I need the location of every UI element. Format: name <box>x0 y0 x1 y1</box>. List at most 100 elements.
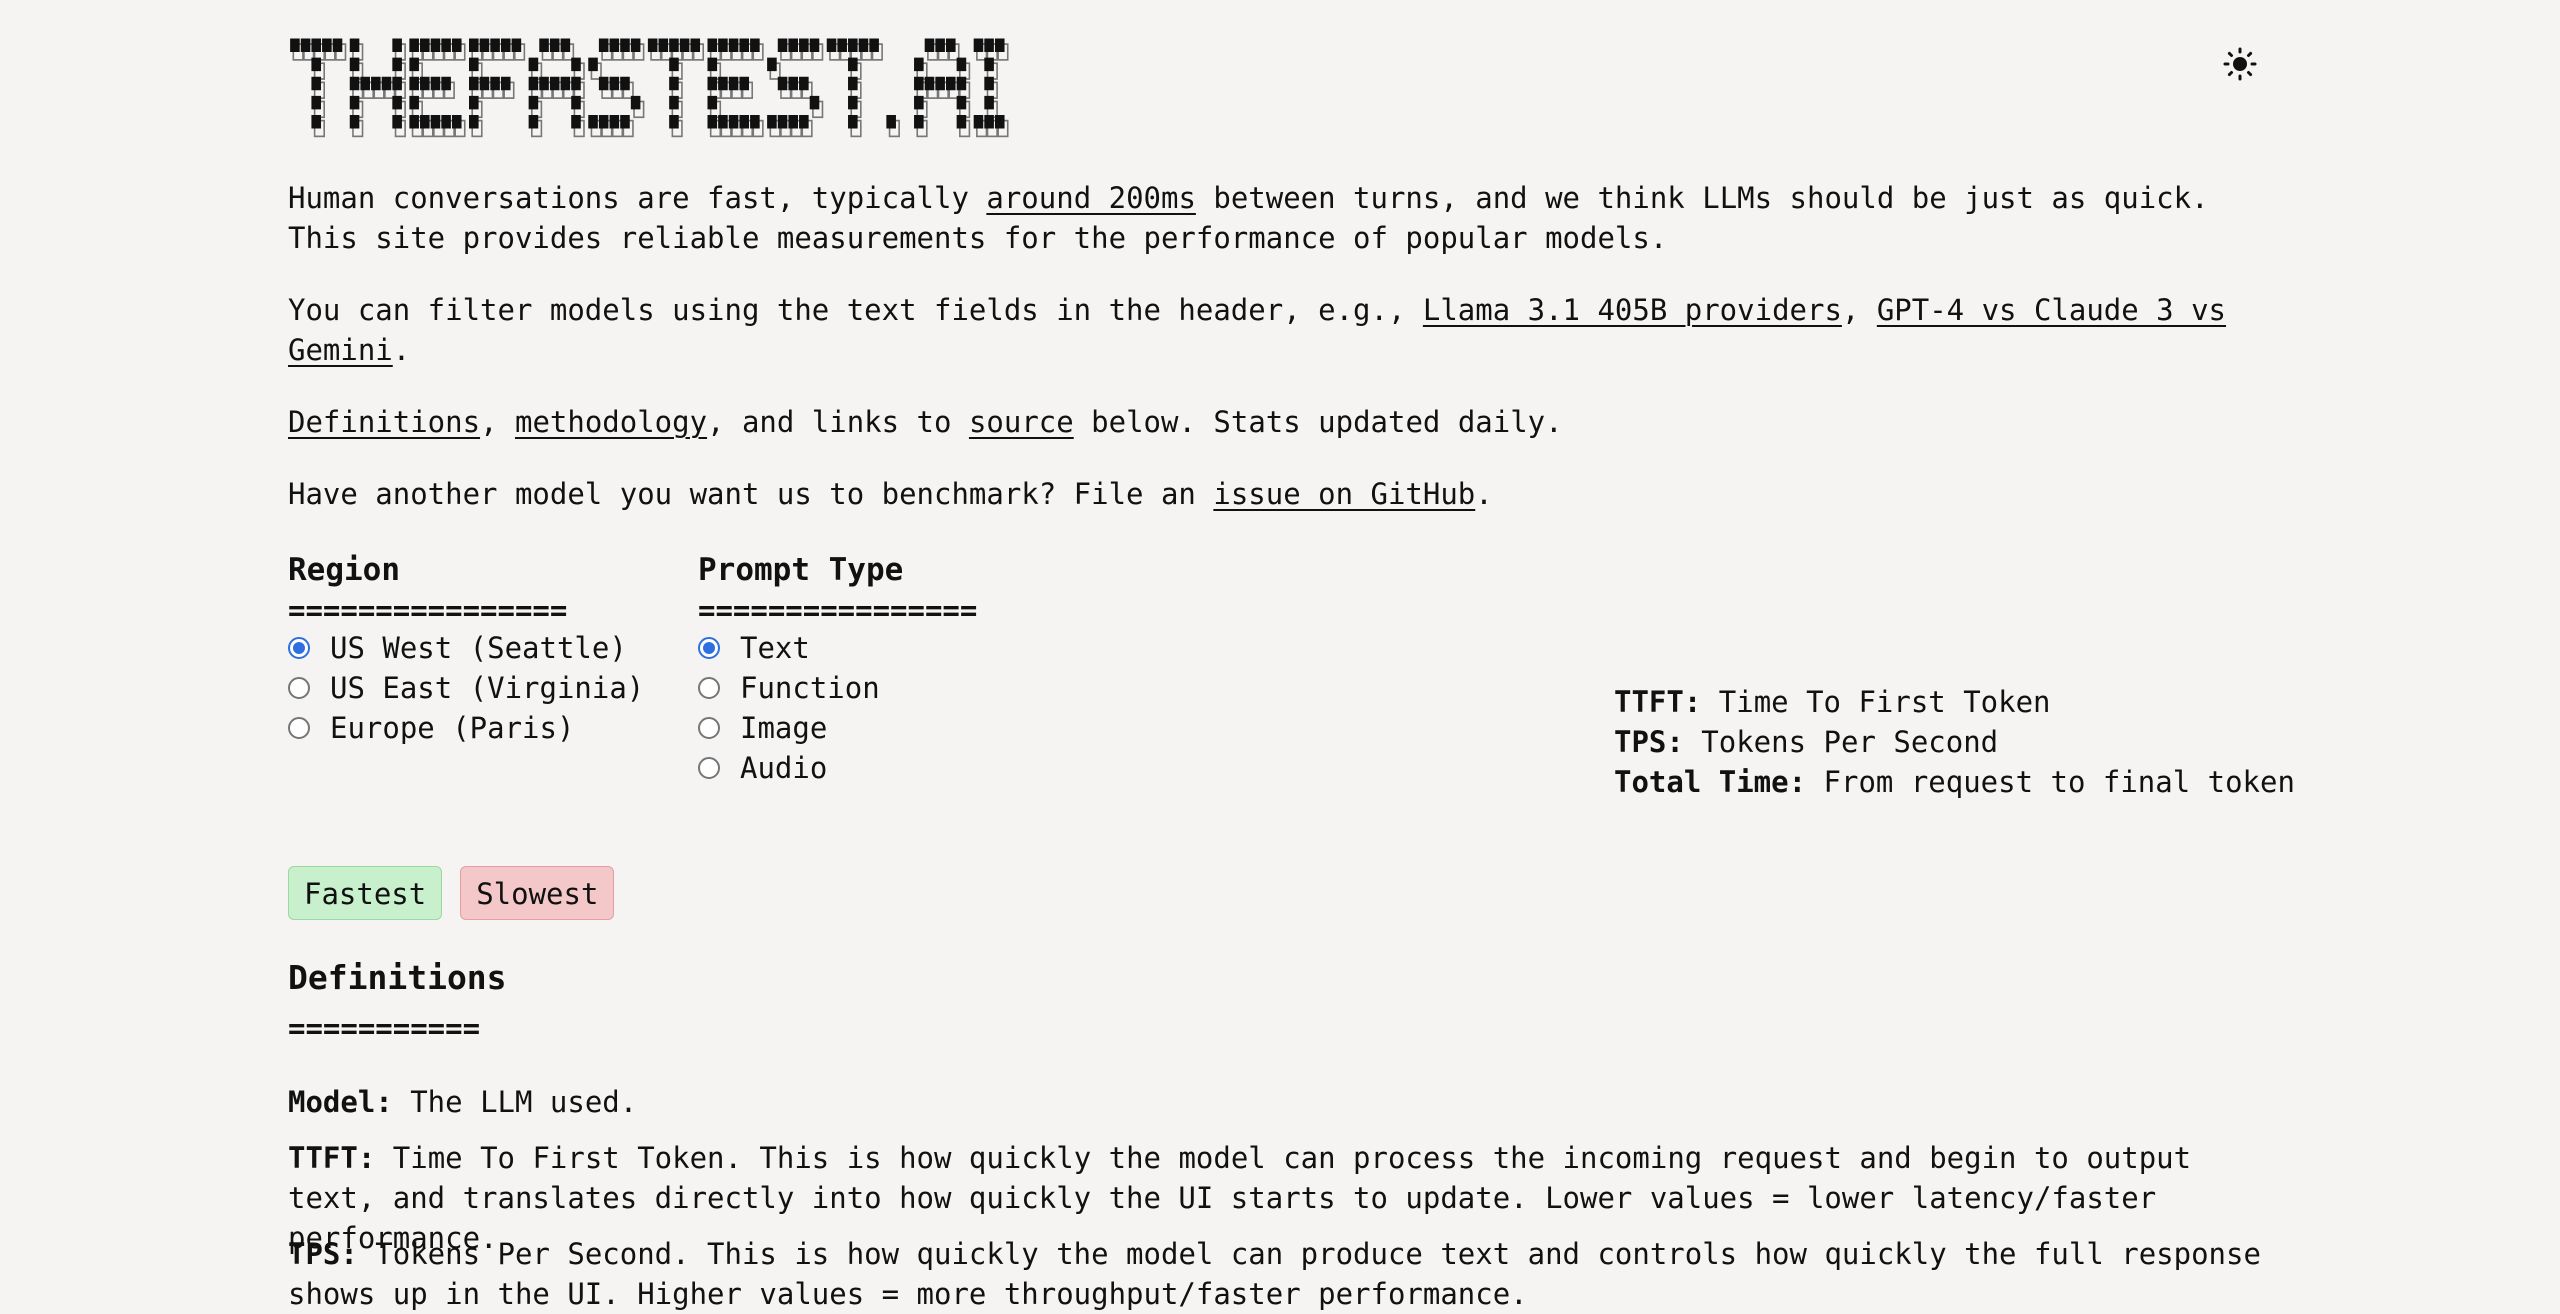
logo-block <box>809 38 820 52</box>
definition-label: TTFT: <box>288 1141 376 1175</box>
logo-block <box>451 38 462 52</box>
prompt-type-option-audio[interactable]: Audio <box>698 748 977 788</box>
intro-text: , <box>480 405 515 439</box>
definition-tps: TPS: Tokens Per Second. This is how quic… <box>288 1234 2272 1314</box>
radio-button[interactable] <box>698 757 720 779</box>
radio-button[interactable] <box>288 717 310 739</box>
logo-block <box>935 76 945 91</box>
logo-block <box>490 76 500 91</box>
legend-ttft: TTFT: Time To First Token <box>1614 682 2295 722</box>
radio-button-checked[interactable] <box>698 637 720 659</box>
logo-block <box>658 38 669 52</box>
prompt-type-option-image[interactable]: Image <box>698 708 977 748</box>
logo-block <box>848 95 858 110</box>
logo-block <box>848 76 858 91</box>
site-logo[interactable]: THEFASTEST.AI <box>288 34 1012 152</box>
logo-block <box>799 115 809 129</box>
logo-block <box>349 115 360 129</box>
logo-block <box>739 115 750 129</box>
logo-block <box>441 38 451 52</box>
llama-providers-link[interactable]: Llama 3.1 405B providers <box>1423 293 1842 327</box>
logo-block <box>984 115 994 129</box>
logo-block <box>679 38 690 52</box>
theme-toggle-button[interactable] <box>2220 44 2260 84</box>
legend-text: From request to final token <box>1806 765 2295 799</box>
logo-block <box>848 115 858 129</box>
logo-block <box>528 95 539 110</box>
logo-block <box>914 115 924 129</box>
logo-block <box>609 38 620 52</box>
radio-label: US East (Virginia) <box>330 671 645 705</box>
slowest-badge[interactable]: Slowest <box>460 866 615 920</box>
logo-block <box>392 76 402 91</box>
logo-block <box>430 38 441 52</box>
logo-block <box>349 76 360 91</box>
logo-block <box>409 115 419 129</box>
logo-block <box>799 76 809 91</box>
logo-block <box>528 115 539 129</box>
logo-block <box>420 38 430 52</box>
logo-block <box>392 95 402 110</box>
logo-block <box>728 115 739 129</box>
prompt-type-option-text[interactable]: Text <box>698 628 977 668</box>
region-option-us-east[interactable]: US East (Virginia) <box>288 668 644 708</box>
logo-block <box>669 57 679 72</box>
legend-total-time: Total Time: From request to final token <box>1614 762 2295 802</box>
source-link[interactable]: source <box>969 405 1074 439</box>
logo-block <box>750 38 760 52</box>
radio-button[interactable] <box>698 677 720 699</box>
logo-block <box>739 38 750 52</box>
github-issue-link[interactable]: issue on GitHub <box>1213 477 1475 511</box>
definition-text: The LLM used. <box>392 1085 638 1119</box>
logo-block <box>598 115 609 129</box>
intro-paragraph-4: Have another model you want us to benchm… <box>288 474 2272 514</box>
logo-block <box>479 76 490 91</box>
logo-block <box>669 115 679 129</box>
logo-block <box>848 57 858 72</box>
logo-block <box>528 76 539 91</box>
logo-block <box>984 95 994 110</box>
logo-block <box>956 57 967 72</box>
definition-model: Model: The LLM used. <box>288 1082 2272 1122</box>
logo-block <box>994 38 1005 52</box>
region-option-us-west[interactable]: US West (Seattle) <box>288 628 644 668</box>
logo-block <box>728 38 739 52</box>
prompt-type-option-function[interactable]: Function <box>698 668 977 708</box>
definition-label: TPS: <box>288 1237 358 1271</box>
logo-block <box>956 115 967 129</box>
logo-block <box>441 115 451 129</box>
logo-block <box>924 38 935 52</box>
legend-text: Tokens Per Second <box>1683 725 1999 759</box>
definitions-link[interactable]: Definitions <box>288 405 480 439</box>
logo-block <box>707 95 718 110</box>
fastest-badge[interactable]: Fastest <box>288 866 443 920</box>
logo-block <box>311 115 322 129</box>
around-200ms-link[interactable]: around 200ms <box>986 181 1196 215</box>
radio-button[interactable] <box>288 677 310 699</box>
logo-block <box>869 38 879 52</box>
logo-block <box>973 115 984 129</box>
logo-block <box>777 76 788 91</box>
region-option-europe[interactable]: Europe (Paris) <box>288 708 644 748</box>
logo-block <box>799 38 809 52</box>
logo-block <box>669 95 679 110</box>
radio-label: Image <box>740 711 828 745</box>
methodology-link[interactable]: methodology <box>515 405 707 439</box>
logo-block <box>809 95 820 110</box>
speed-badges: Fastest Slowest <box>288 866 615 920</box>
logo-block <box>609 115 620 129</box>
logo-block <box>956 95 967 110</box>
logo-block <box>598 76 609 91</box>
intro-text: You can filter models using the text fie… <box>288 293 1423 327</box>
logo-block <box>707 76 718 91</box>
intro-text: , <box>1841 293 1877 327</box>
logo-block <box>935 38 945 52</box>
logo-block <box>549 76 560 91</box>
radio-button-checked[interactable] <box>288 637 310 659</box>
logo-block <box>767 57 777 72</box>
logo-block <box>500 38 511 52</box>
logo-block <box>914 76 924 91</box>
prompt-type-title: Prompt Type <box>698 552 904 588</box>
radio-button[interactable] <box>698 717 720 739</box>
legend-label: Total Time: <box>1614 765 1807 799</box>
